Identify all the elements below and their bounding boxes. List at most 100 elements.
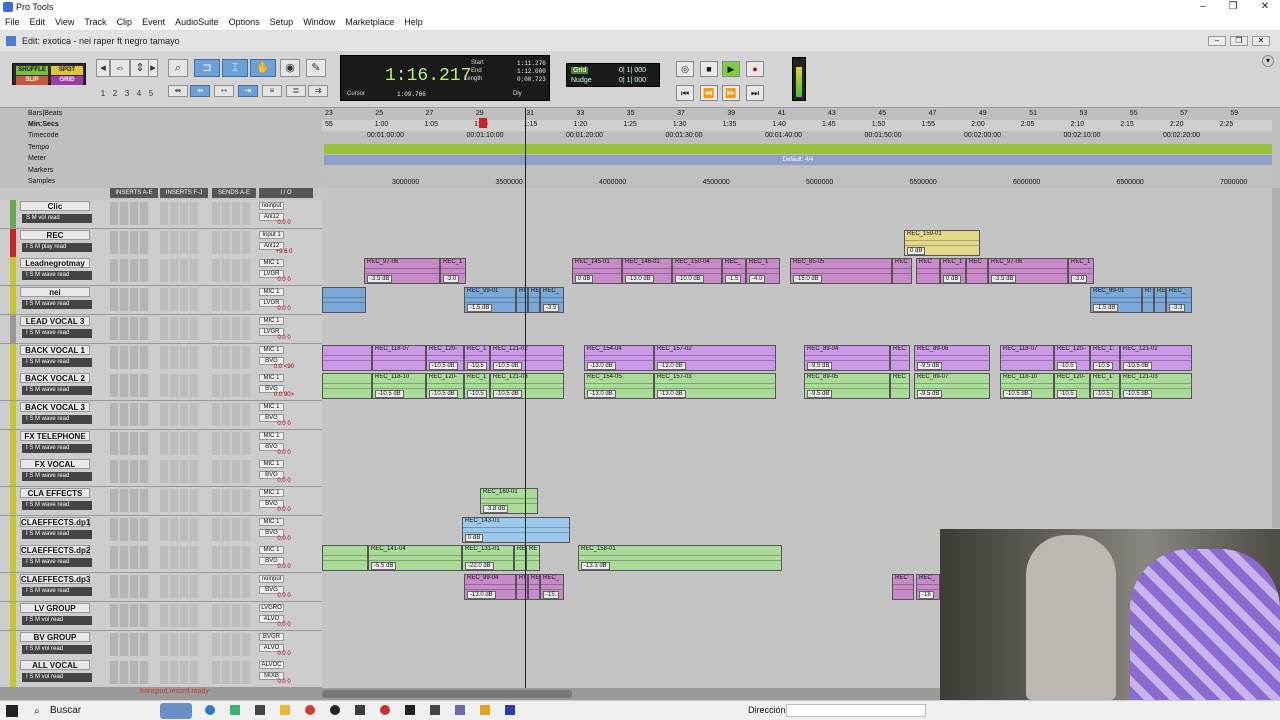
clip-gain[interactable]: -13.0 dB	[657, 390, 686, 399]
audio-clip[interactable]: REC	[966, 258, 988, 285]
rewind-icon[interactable]: ⏪	[700, 85, 718, 101]
inserts-ae-slots[interactable]	[110, 230, 150, 254]
app-icon-5[interactable]	[480, 705, 490, 715]
audio-clip[interactable]: REC_158-01 -13.3 dB	[578, 545, 782, 572]
menu-view[interactable]: View	[50, 17, 79, 27]
audio-clip[interactable]: REC_154-05 -13.0 dB	[584, 373, 654, 400]
inserts-ae-slots[interactable]	[110, 288, 150, 312]
track-volume[interactable]: 0.0 0	[259, 679, 309, 686]
track-row[interactable]: CLAEFFECTS.dp1 I S M wave read MIC 1 BVG 0.0…	[0, 515, 322, 545]
search-icon[interactable]: ⌕	[34, 706, 40, 717]
clip-gain[interactable]: -5.5 dB	[371, 562, 397, 571]
inserts-fj-slots[interactable]	[160, 517, 200, 541]
online-icon[interactable]: ◎	[676, 61, 694, 77]
return-to-zero-icon[interactable]: ⏮	[676, 85, 694, 101]
track-input[interactable]: ALVOC	[259, 661, 284, 670]
clip-gain[interactable]: -3.0	[1071, 275, 1088, 284]
fast-forward-icon[interactable]: ⏩	[722, 85, 740, 101]
track-row[interactable]: CLAEFFECTS.dp3 I S M wave read noinput BVG 0…	[0, 573, 322, 603]
track-row[interactable]: Clic S M vol read noinput Anl12 0.0 0	[0, 200, 322, 229]
audio-clip[interactable]: REC_89-04 -9.5 dB	[804, 344, 890, 371]
inserts-ae-slots[interactable]	[110, 460, 150, 484]
track-volume[interactable]: 0.0 0	[259, 593, 309, 600]
window-config-icon[interactable]: ▾	[1262, 55, 1274, 67]
track-input[interactable]: MIC 1	[259, 259, 284, 268]
audio-clip[interactable]: REC_150-04 -10.0 dB	[672, 258, 722, 285]
clip-gain[interactable]: -9.5 dB	[807, 361, 833, 370]
grid-mode-button[interactable]: GRID	[51, 76, 83, 85]
link-timeline-icon[interactable]: ⇹	[168, 85, 188, 97]
sends-ae-slots[interactable]	[212, 402, 252, 426]
clip-gain[interactable]: -13.0 dB	[625, 275, 654, 284]
link-track-icon[interactable]: ⇸	[190, 85, 210, 97]
pro-tools-taskbar-icon[interactable]	[455, 705, 465, 715]
track-row[interactable]: LEAD VOCAL 3I S M wave read MIC 1 LVGR 0.0 …	[0, 314, 322, 344]
tempo-ruler[interactable]	[324, 144, 1272, 154]
track-name[interactable]: LV GROUP	[20, 602, 90, 613]
track-row[interactable]: REC I S M play read Input 1 Anl12 +9.6 0	[0, 228, 322, 258]
clip-gain[interactable]: -10.5 dB	[375, 390, 404, 399]
audio-clip[interactable]: REC_ -1.5	[722, 258, 746, 285]
track-row[interactable]: CLAEFFECTS.dp2 I S M wave read MIC 1 BVG 0.0…	[0, 544, 322, 574]
track-volume[interactable]: 0.0 0	[259, 421, 309, 428]
stop-icon[interactable]: ■	[700, 61, 718, 77]
audio-clip[interactable]: REC_85-05 -15.0 dB	[790, 258, 892, 285]
inserts-fj-slots[interactable]	[160, 632, 200, 656]
audio-clip[interactable]: REC_145-01 0 dB	[572, 258, 622, 285]
track-volume[interactable]: 0.0 0	[259, 220, 309, 227]
audio-clip[interactable]: REC_89-07 -9.5 dB	[914, 373, 990, 400]
audio-clip[interactable]: RI	[516, 574, 528, 601]
inserts-fj-slots[interactable]	[160, 345, 200, 369]
menu-event[interactable]: Event	[137, 17, 170, 27]
scrollbar-thumb[interactable]	[322, 690, 572, 698]
audio-clip[interactable]: REC_118-10 -10.5 dB	[1000, 373, 1054, 400]
clip-gain[interactable]: -10.5 dB	[1003, 390, 1032, 399]
audio-clip[interactable]: REC_1 -3.0	[440, 258, 466, 285]
slip-mode-button[interactable]: SLIP	[16, 76, 48, 85]
clip-gain[interactable]: -9.5 dB	[807, 390, 833, 399]
track-volume[interactable]: 0.0 0	[259, 651, 309, 658]
audio-clip[interactable]: RE	[526, 545, 540, 572]
audio-clip[interactable]: REC_159-01 0 dB	[904, 229, 980, 256]
track-name[interactable]: CLA EFFECTS	[20, 488, 90, 498]
clip-gain[interactable]: -10.5 dB	[493, 390, 522, 399]
inserts-ae-slots[interactable]	[110, 489, 150, 512]
clip-gain[interactable]: -3.5 dB	[367, 275, 393, 284]
inserts-ae-header[interactable]: INSERTS A-E	[110, 188, 158, 198]
audio-clip[interactable]: REC_1: -10.5	[1090, 373, 1120, 400]
zoom-preset-2[interactable]: 2	[110, 89, 120, 99]
track-input[interactable]: MIC 1	[259, 489, 284, 497]
track-row[interactable]: nei I S M wave read MIC 1 LVGR 0.0 0	[0, 286, 322, 316]
audio-clip[interactable]: REC_157-03 -13.0 dB	[654, 373, 776, 400]
track-volume[interactable]: 0.0 0	[259, 622, 309, 629]
record-icon[interactable]: ●	[746, 61, 764, 77]
menu-window[interactable]: Window	[298, 17, 340, 27]
inserts-ae-slots[interactable]	[110, 259, 150, 283]
track-input[interactable]: MIC 1	[259, 316, 284, 325]
app-icon-3[interactable]	[405, 705, 415, 715]
app-icon-1[interactable]	[355, 705, 365, 715]
clip-gain[interactable]: -13.0 dB	[587, 361, 616, 370]
clip-gain[interactable]: -9.5 dB	[917, 390, 943, 399]
vertical-scrollbar[interactable]	[1272, 188, 1280, 528]
audio-clip[interactable]: REC_ -3.3	[1166, 287, 1192, 314]
inserts-fj-slots[interactable]	[160, 546, 200, 570]
sends-ae-slots[interactable]	[212, 316, 252, 340]
file-explorer-icon[interactable]	[280, 705, 290, 715]
track-mode-buttons[interactable]: I S M wave read	[22, 271, 92, 281]
track-input[interactable]: Input 1	[259, 230, 284, 239]
zoom-in-icon[interactable]: ▸	[148, 59, 158, 77]
markers-ruler[interactable]	[324, 167, 1272, 177]
minimize-icon[interactable]: –	[1188, 0, 1218, 14]
sends-ae-slots[interactable]	[212, 431, 252, 455]
sends-ae-header[interactable]: SENDS A-E	[212, 188, 256, 198]
clip-gain[interactable]: -13.0 dB	[587, 390, 616, 399]
mirror-midi-icon[interactable]: ≡	[262, 85, 282, 97]
track-row[interactable]: FX TELEPHONE I S M wave read MIC 1 BVG 0.0 0	[0, 429, 322, 459]
keyboard-focus-icon[interactable]: ≣	[286, 85, 306, 97]
track-volume[interactable]: 0.0 0	[259, 306, 309, 313]
sends-ae-slots[interactable]	[212, 575, 252, 599]
trim-tool-icon[interactable]: ⊐	[194, 59, 220, 77]
sends-ae-slots[interactable]	[212, 632, 252, 656]
track-name[interactable]: Clic	[20, 201, 90, 211]
